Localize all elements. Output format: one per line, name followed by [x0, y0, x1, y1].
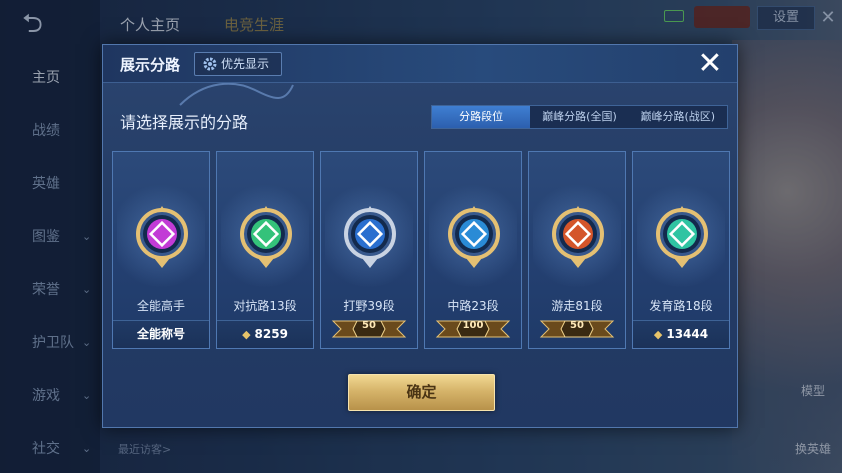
priority-display-button[interactable]: 优先显示: [194, 52, 282, 76]
confirm-button[interactable]: 确定: [348, 374, 495, 411]
rank-emblem-icon: [552, 206, 604, 268]
modal-subtitle: 请选择展示的分路: [120, 113, 249, 132]
star-count: 100: [462, 320, 484, 331]
lane-rank-label: 中路23段: [447, 299, 499, 313]
lane-rank-label: 对抗路13段: [233, 299, 297, 313]
lane-card[interactable]: 游走81段 50: [528, 151, 626, 349]
lane-card[interactable]: 对抗路13段 ◆ 8259: [216, 151, 314, 349]
tab-peak-national[interactable]: 巅峰分路(全国): [530, 106, 628, 128]
modal-header: 展示分路 优先显示 ✕: [103, 45, 737, 83]
lane-type-tabs: 分路段位 巅峰分路(全国) 巅峰分路(战区): [431, 105, 728, 129]
rank-emblem-icon: [136, 206, 188, 268]
lane-display-modal: 展示分路 优先显示 ✕ 请选择展示的分路 分路段位 巅峰分路(全国) 巅峰分路(…: [102, 44, 738, 428]
peak-points: ◆ 13444: [633, 320, 729, 348]
lane-card[interactable]: 打野39段 50: [320, 151, 418, 349]
lane-rank-label: 发育路18段: [649, 299, 713, 313]
tab-peak-region[interactable]: 巅峰分路(战区): [629, 106, 727, 128]
close-button[interactable]: ✕: [695, 49, 725, 79]
lane-card-list: 全能高手 全能称号 对抗路13段 ◆ 8259 打野39段 50 中路23段 100 游走81段 5…: [112, 151, 732, 351]
diamond-icon: ◆: [653, 328, 663, 341]
rank-emblem-icon: [448, 206, 500, 268]
star-count-badge: 50: [539, 317, 615, 339]
rank-emblem-icon: [656, 206, 708, 268]
diamond-icon: ◆: [242, 328, 251, 341]
rank-emblem-icon: [344, 206, 396, 268]
lane-card[interactable]: 发育路18段 ◆ 13444: [632, 151, 730, 349]
star-count: 50: [362, 320, 376, 331]
close-icon: ✕: [697, 46, 723, 81]
rank-emblem-icon: [240, 206, 292, 268]
card-bottom-text: 全能称号: [136, 327, 185, 341]
peak-points: ◆ 8259: [217, 320, 313, 348]
modal-title: 展示分路: [120, 56, 181, 74]
star-count-badge: 100: [435, 317, 511, 339]
card-bottom-text: 8259: [254, 327, 288, 341]
title-label: 全能称号: [113, 320, 209, 348]
priority-display-label: 优先显示: [221, 57, 270, 71]
lane-rank-label: 打野39段: [343, 299, 395, 313]
tab-lane-rank[interactable]: 分路段位: [432, 106, 531, 128]
gear-icon: [203, 57, 217, 71]
card-bottom-text: 13444: [666, 327, 709, 341]
star-count-badge: 50: [331, 317, 407, 339]
star-count: 50: [570, 320, 584, 331]
lane-card[interactable]: 全能高手 全能称号: [112, 151, 210, 349]
lane-rank-label: 全能高手: [136, 299, 185, 313]
lane-card[interactable]: 中路23段 100: [424, 151, 522, 349]
lane-rank-label: 游走81段: [551, 299, 603, 313]
